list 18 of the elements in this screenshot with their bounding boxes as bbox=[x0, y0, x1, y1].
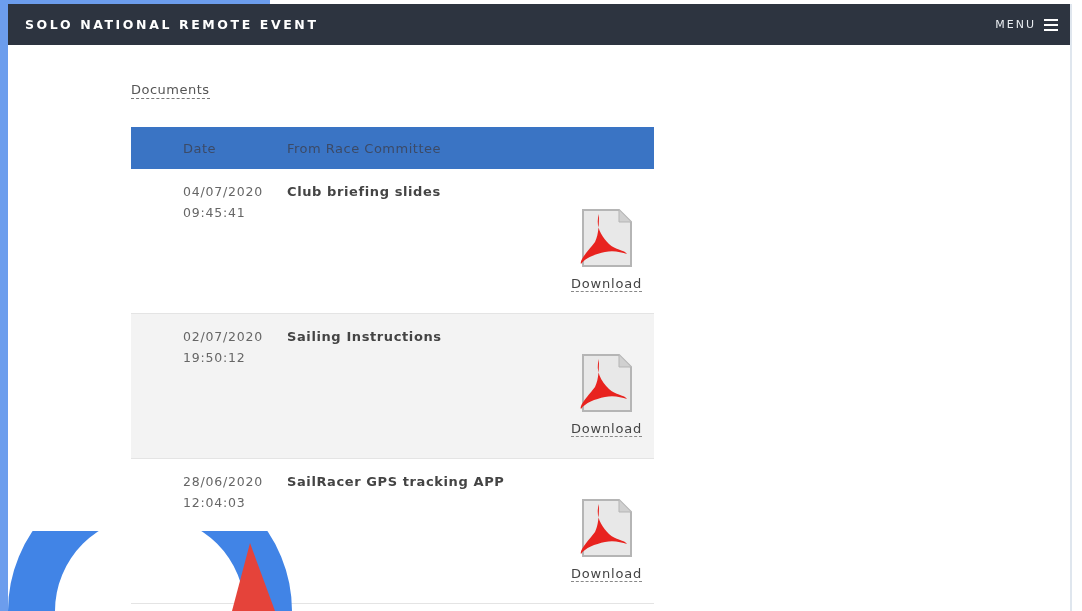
documents-link[interactable]: Documents bbox=[131, 82, 210, 99]
column-header: Date bbox=[182, 140, 218, 156]
time-text: 12:04:03 bbox=[183, 495, 247, 510]
date-text: 28/06/2020 bbox=[183, 474, 265, 489]
menu-button[interactable]: MENU bbox=[995, 18, 1058, 31]
document-title: Club briefing slides bbox=[287, 184, 442, 201]
download-link[interactable]: Download bbox=[570, 276, 642, 292]
site-title[interactable]: SOLO NATIONAL REMOTE EVENT bbox=[25, 17, 319, 32]
time-text: 09:45:41 bbox=[183, 205, 247, 220]
time-text: 19:50:12 bbox=[183, 350, 247, 365]
column-header: From Race Committee bbox=[287, 140, 442, 156]
date-text: 04/07/2020 bbox=[183, 184, 265, 199]
download-link[interactable]: Download bbox=[570, 566, 642, 582]
document-title: Sailing Instructions bbox=[287, 329, 443, 346]
download-link[interactable]: Download bbox=[570, 421, 642, 437]
date-text: 02/07/2020 bbox=[183, 329, 265, 344]
document-title: SailRacer GPS tracking APP bbox=[287, 474, 506, 491]
menu-icon bbox=[1044, 18, 1058, 31]
